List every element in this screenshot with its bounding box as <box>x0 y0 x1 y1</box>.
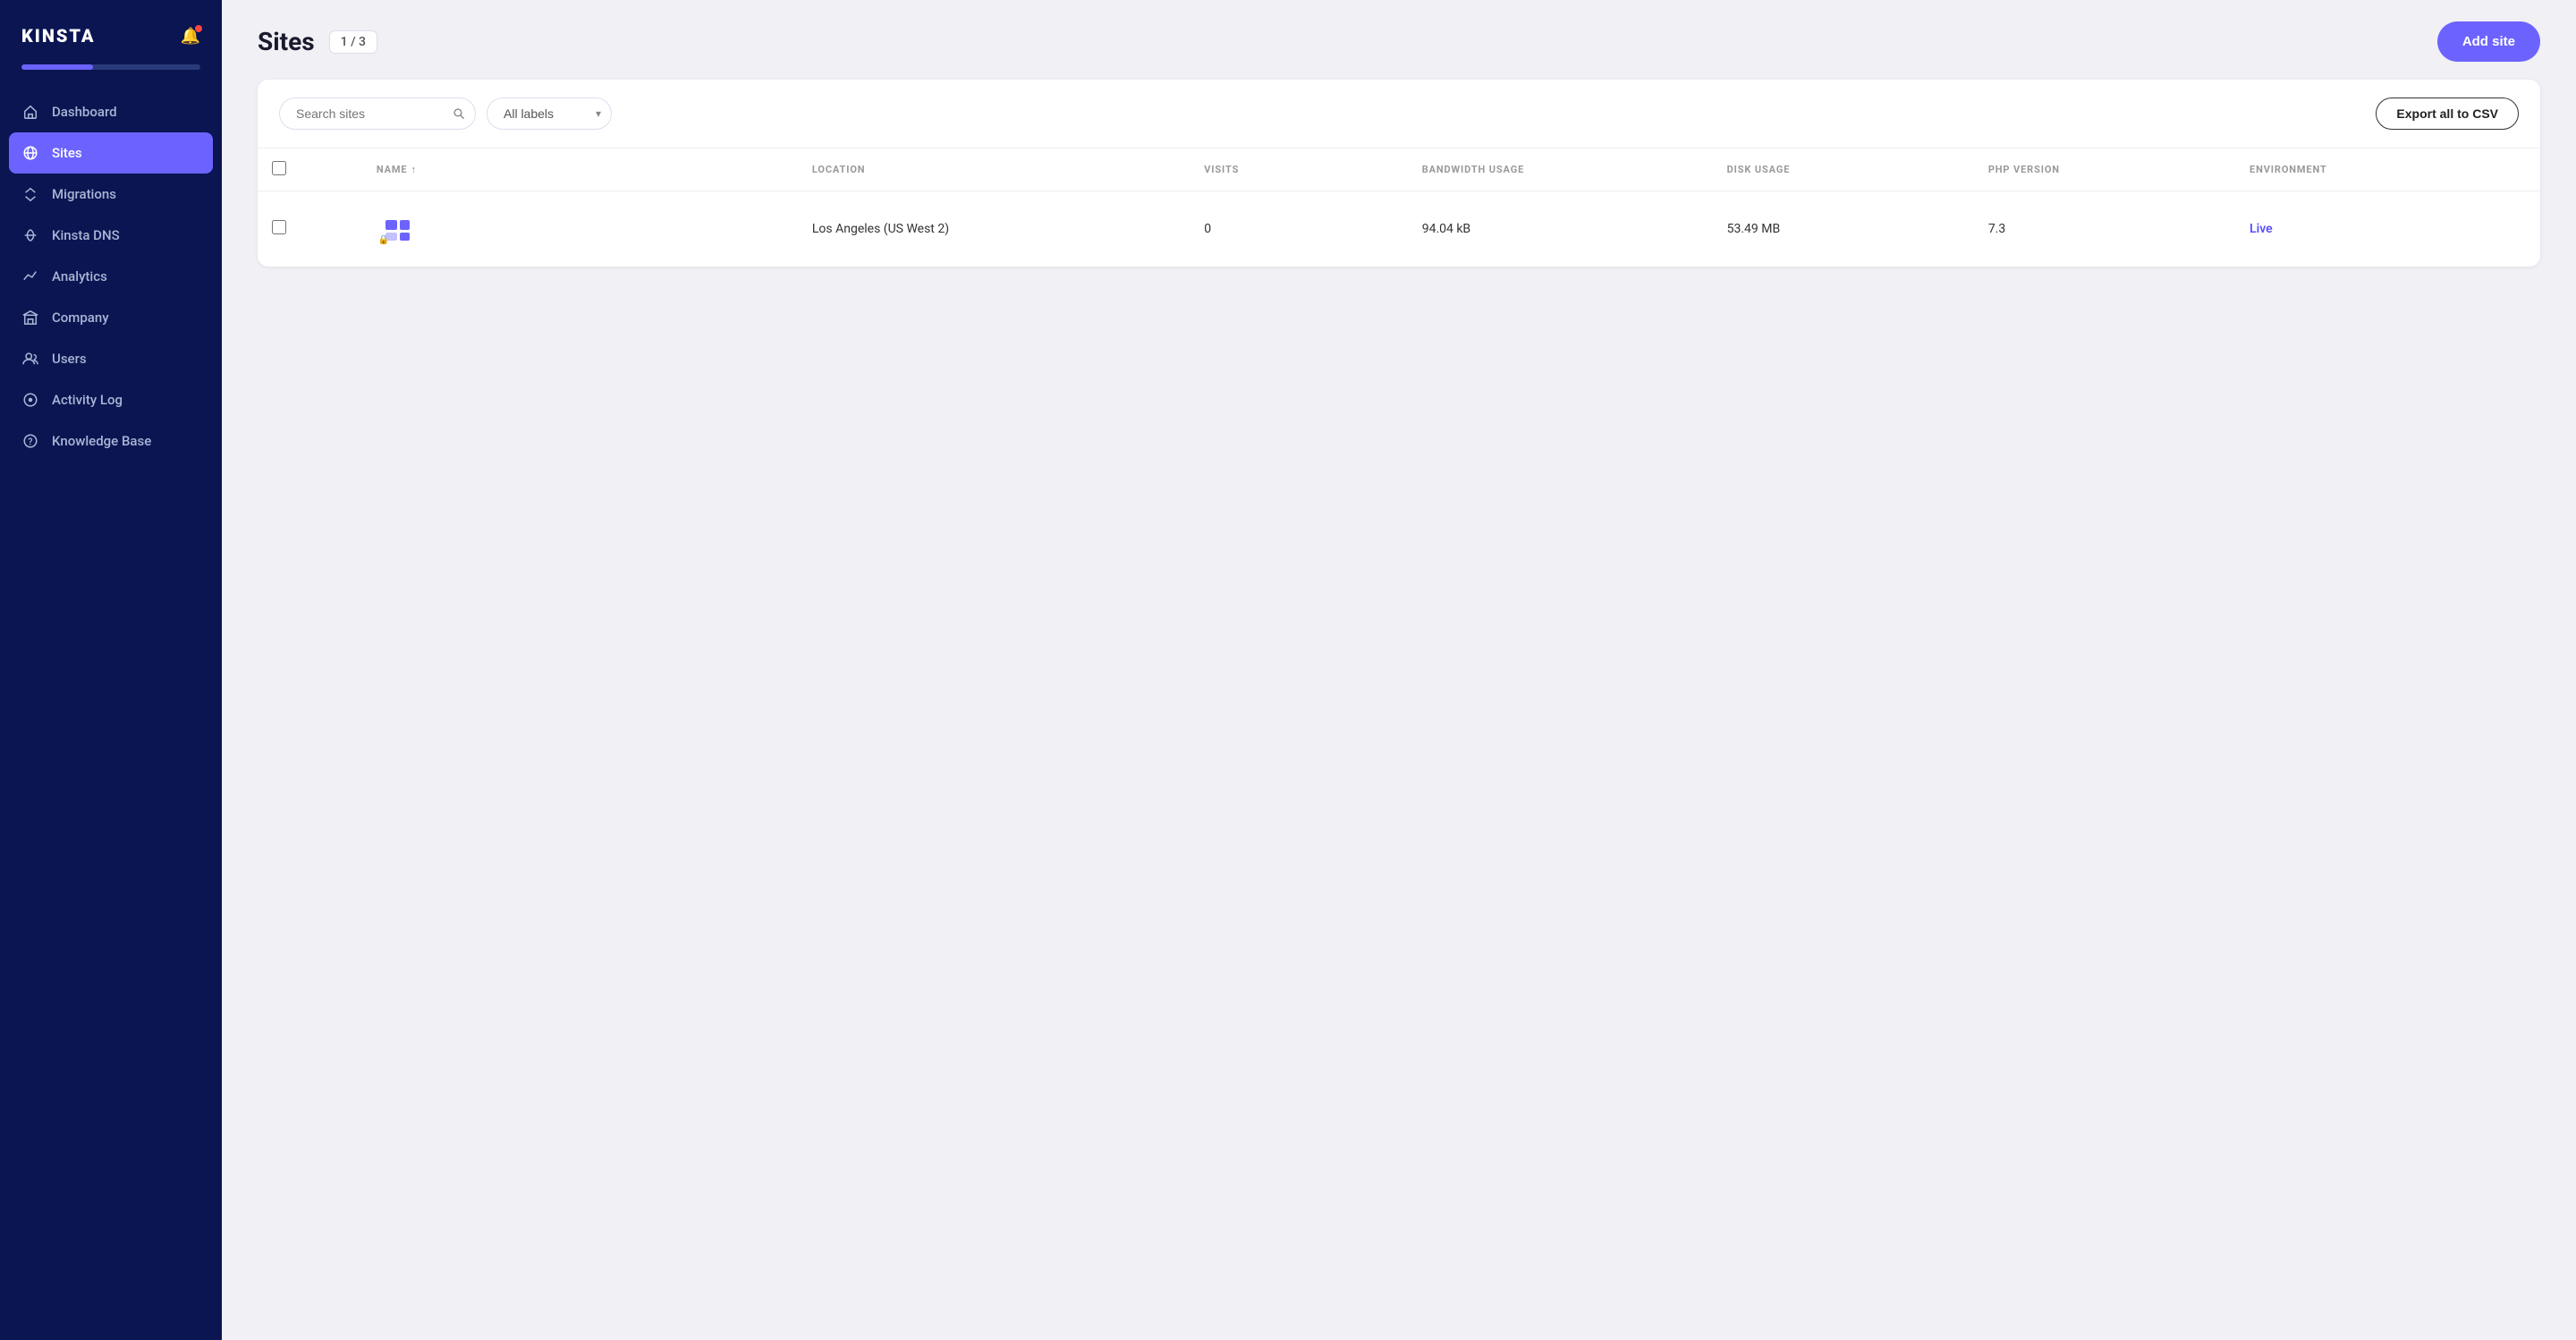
col-header-location: LOCATION <box>798 148 1190 191</box>
sidebar-item-users-label: Users <box>52 351 87 367</box>
lock-icon: 🔒 <box>378 235 389 245</box>
site-location: Los Angeles (US West 2) <box>798 191 1190 267</box>
toolbar-left: All labelsProductionStagingDevelopment ▾ <box>279 98 612 130</box>
header-left: Sites 1 / 3 <box>258 27 377 56</box>
plan-usage-bar <box>21 64 200 70</box>
sidebar-nav: Dashboard Sites Migrations Kinsta DNS An… <box>0 91 222 1340</box>
site-visits: 0 <box>1190 191 1408 267</box>
sidebar-item-dashboard-label: Dashboard <box>52 104 117 120</box>
sidebar-item-dashboard[interactable]: Dashboard <box>0 91 222 132</box>
analytics-icon <box>21 267 39 285</box>
site-environment[interactable]: Live <box>2235 191 2540 267</box>
sites-count-badge: 1 / 3 <box>329 30 377 54</box>
col-header-disk: DISK USAGE <box>1713 148 1974 191</box>
site-name-cell: 🔒 <box>362 191 798 267</box>
environment-badge[interactable]: Live <box>2250 222 2273 236</box>
migrations-icon <box>21 185 39 203</box>
home-icon <box>21 103 39 121</box>
sidebar-item-analytics-label: Analytics <box>52 268 107 284</box>
sidebar-header: KINSTA 🔔 <box>0 0 222 64</box>
sidebar-item-activity-log[interactable]: Activity Log <box>0 379 222 420</box>
col-header-name[interactable]: NAME ↑ <box>362 148 798 191</box>
col-header-visits: VISITS <box>1190 148 1408 191</box>
sidebar-item-analytics[interactable]: Analytics <box>0 256 222 297</box>
export-csv-button[interactable]: Export all to CSV <box>2376 98 2519 130</box>
sites-table: NAME ↑ LOCATION VISITS BANDWIDTH USAGE D… <box>258 148 2540 267</box>
plan-usage-fill <box>21 64 93 70</box>
sidebar-item-company-label: Company <box>52 310 109 326</box>
sidebar-item-kinsta-dns[interactable]: Kinsta DNS <box>0 215 222 256</box>
knowledge-base-icon: ? <box>21 432 39 450</box>
row-select-checkbox[interactable] <box>272 220 286 234</box>
site-bandwidth: 94.04 kB <box>1408 191 1713 267</box>
logo-sq-4 <box>400 233 410 241</box>
activity-log-icon <box>21 391 39 409</box>
logo-sq-2 <box>400 220 410 230</box>
notification-dot <box>195 25 202 32</box>
col-header-check <box>258 148 362 191</box>
sidebar-item-migrations-label: Migrations <box>52 186 116 202</box>
select-all-checkbox[interactable] <box>272 161 286 175</box>
col-header-environment: ENVIRONMENT <box>2235 148 2540 191</box>
add-site-button[interactable]: Add site <box>2437 21 2540 62</box>
page-header: Sites 1 / 3 Add site <box>222 0 2576 80</box>
sidebar-item-activity-label: Activity Log <box>52 392 123 408</box>
site-disk: 53.49 MB <box>1713 191 1974 267</box>
sidebar-item-sites-label: Sites <box>52 145 82 161</box>
site-favicon: 🔒 <box>377 211 412 247</box>
logo-sq-1 <box>386 220 397 230</box>
labels-select[interactable]: All labelsProductionStagingDevelopment <box>487 98 612 130</box>
sites-icon <box>21 144 39 162</box>
search-input[interactable] <box>279 98 476 130</box>
site-name-content: 🔒 <box>377 211 784 247</box>
users-icon <box>21 350 39 368</box>
notification-bell[interactable]: 🔔 <box>181 27 200 46</box>
table-header: NAME ↑ LOCATION VISITS BANDWIDTH USAGE D… <box>258 148 2540 191</box>
search-icon <box>453 107 465 120</box>
sidebar-item-company[interactable]: Company <box>0 297 222 338</box>
table-toolbar: All labelsProductionStagingDevelopment ▾… <box>258 80 2540 148</box>
sidebar-item-sites[interactable]: Sites <box>9 132 213 174</box>
dns-icon <box>21 226 39 244</box>
page-title: Sites <box>258 27 315 56</box>
row-checkbox-cell <box>258 191 362 267</box>
sidebar: KINSTA 🔔 Dashboard Sites Migrations <box>0 0 222 1340</box>
labels-select-wrap: All labelsProductionStagingDevelopment ▾ <box>487 98 612 130</box>
table-body: 🔒 <box>258 191 2540 267</box>
site-logo-grid <box>386 220 410 241</box>
sidebar-item-migrations[interactable]: Migrations <box>0 174 222 215</box>
svg-text:?: ? <box>28 437 32 448</box>
col-header-bandwidth: BANDWIDTH USAGE <box>1408 148 1713 191</box>
company-icon <box>21 309 39 327</box>
search-input-wrap <box>279 98 476 130</box>
col-header-php: PHP VERSION <box>1974 148 2235 191</box>
content-area: All labelsProductionStagingDevelopment ▾… <box>222 80 2576 1340</box>
main-content: Sites 1 / 3 Add site <box>222 0 2576 1340</box>
sites-table-card: All labelsProductionStagingDevelopment ▾… <box>258 80 2540 267</box>
kinsta-logo: KINSTA <box>21 25 95 47</box>
table-row: 🔒 <box>258 191 2540 267</box>
sidebar-item-dns-label: Kinsta DNS <box>52 227 120 243</box>
site-php: 7.3 <box>1974 191 2235 267</box>
sidebar-item-knowledge-label: Knowledge Base <box>52 433 151 449</box>
sidebar-item-users[interactable]: Users <box>0 338 222 379</box>
sort-icon: ↑ <box>411 164 416 175</box>
sidebar-item-knowledge-base[interactable]: ? Knowledge Base <box>0 420 222 462</box>
search-icon-button[interactable] <box>453 107 465 120</box>
